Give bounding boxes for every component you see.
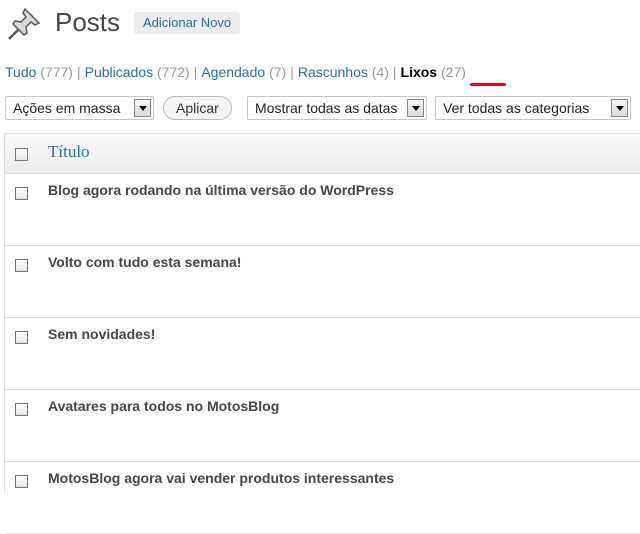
post-title-link[interactable]: Avatares para todos no MotosBlog (48, 398, 279, 414)
separator: | (193, 64, 198, 80)
filter-count: (7) (269, 64, 287, 80)
post-title-link[interactable]: Volto com tudo esta semana! (48, 254, 241, 270)
add-new-button[interactable]: Adicionar Novo (134, 12, 241, 34)
table-row: MotosBlog agora vai vender produtos inte… (5, 462, 640, 534)
bulk-actions-select[interactable]: Ações em massa (5, 96, 154, 120)
filter-label: Agendado (201, 64, 266, 80)
separator: | (76, 64, 81, 80)
filter-count: (4) (371, 64, 389, 80)
table-row: Avatares para todos no MotosBlog (5, 390, 640, 462)
dates-filter-value: Mostrar todas as datas (255, 100, 398, 116)
row-checkbox[interactable] (15, 187, 28, 200)
categories-filter-value: Ver todas as categorias (443, 100, 590, 116)
page-title: Posts (55, 7, 121, 37)
bulk-actions-value: Ações em massa (13, 100, 121, 116)
select-all-checkbox[interactable] (15, 148, 28, 161)
highlight-underline (470, 83, 506, 86)
row-checkbox[interactable] (15, 259, 28, 272)
categories-filter-select[interactable]: Ver todas as categorias (435, 96, 631, 120)
filter-label: Lixos (400, 64, 438, 80)
status-filter-links: Tudo (777) | Publicados (772) | Agendado (7)… (5, 62, 466, 82)
row-checkbox[interactable] (15, 331, 28, 344)
table-header: Título (5, 134, 640, 174)
row-checkbox[interactable] (15, 403, 28, 416)
dropdown-arrow-icon (134, 99, 151, 117)
table-row: Blog agora rodando na última versão do W… (5, 174, 640, 246)
page-header: Posts Adicionar Novo (0, 0, 640, 50)
filter-all-link[interactable]: Tudo (777) (5, 64, 73, 80)
posts-table: Título Blog agora rodando na última vers… (4, 133, 640, 534)
row-checkbox[interactable] (15, 475, 28, 488)
dropdown-arrow-icon (611, 99, 628, 117)
post-title-link[interactable]: Blog agora rodando na última versão do W… (48, 182, 394, 198)
pushpin-icon (8, 7, 41, 40)
filter-label: Tudo (5, 64, 37, 80)
filter-label: Rascunhos (297, 64, 368, 80)
filter-drafts-link[interactable]: Rascunhos (4) (298, 64, 389, 80)
apply-button[interactable]: Aplicar (163, 96, 232, 120)
post-title-link[interactable]: MotosBlog agora vai vender produtos inte… (48, 470, 394, 486)
filter-count: (772) (157, 64, 190, 80)
dates-filter-select[interactable]: Mostrar todas as datas (247, 96, 427, 120)
filter-count: (777) (40, 64, 73, 80)
table-row: Volto com tudo esta semana! (5, 246, 640, 318)
filter-scheduled-link[interactable]: Agendado (7) (201, 64, 286, 80)
separator: | (290, 64, 294, 80)
filter-published-link[interactable]: Publicados (772) (85, 64, 190, 80)
column-title-header[interactable]: Título (48, 142, 90, 162)
table-row: Sem novidades! (5, 318, 640, 390)
separator: | (392, 64, 397, 80)
dropdown-arrow-icon (407, 99, 424, 117)
post-title-link[interactable]: Sem novidades! (48, 326, 155, 342)
filter-count: (27) (441, 64, 466, 80)
filter-label: Publicados (84, 64, 154, 80)
filter-trash-link[interactable]: Lixos (27) (401, 64, 466, 80)
